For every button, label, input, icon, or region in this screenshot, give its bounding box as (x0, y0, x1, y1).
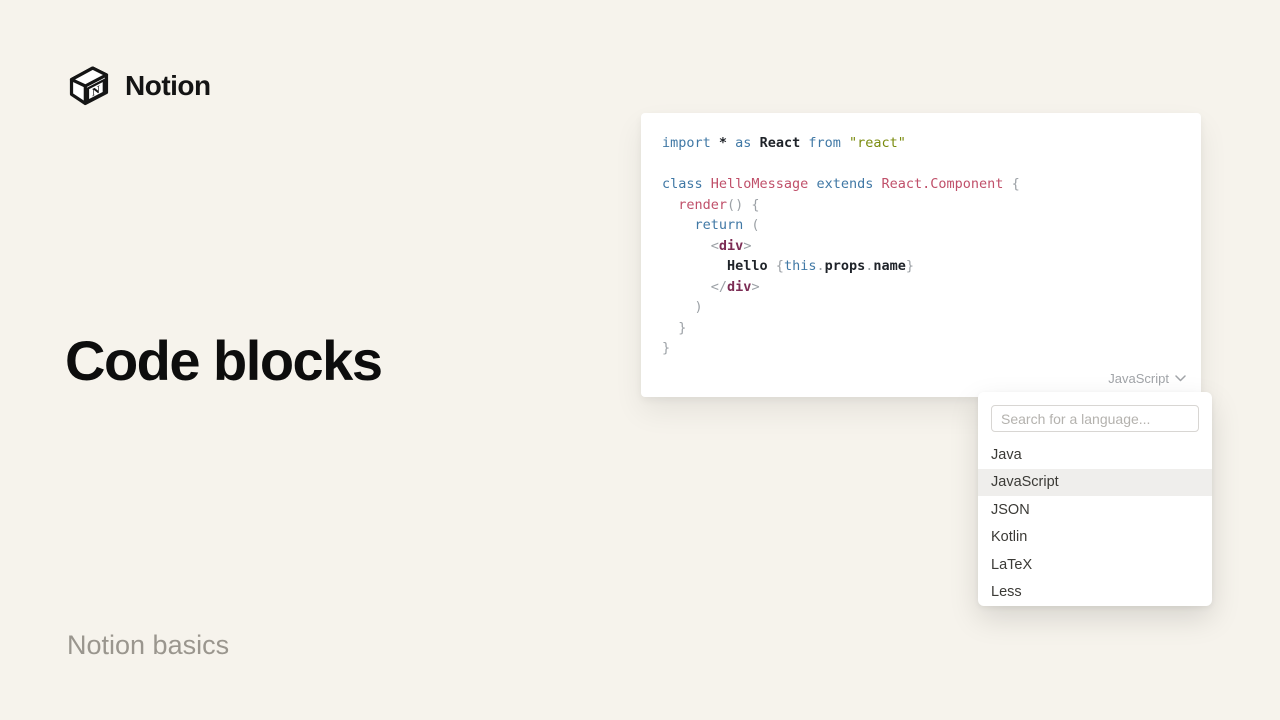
language-option-json[interactable]: JSON (978, 496, 1212, 524)
language-selector-label: JavaScript (1108, 371, 1169, 386)
language-options-list: JavaJavaScriptJSONKotlinLaTeXLess (978, 441, 1212, 606)
chevron-down-icon (1175, 375, 1186, 382)
code-line (662, 154, 1189, 175)
code-line: Hello {this.props.name} (662, 256, 1189, 277)
notion-logo-icon: N (66, 62, 112, 110)
language-selector-button[interactable]: JavaScript (1108, 371, 1186, 386)
code-line: class HelloMessage extends React.Compone… (662, 174, 1189, 195)
page-subtitle: Notion basics (67, 630, 229, 661)
code-line: render() { (662, 195, 1189, 216)
language-search-input[interactable] (991, 405, 1199, 432)
language-option-latex[interactable]: LaTeX (978, 551, 1212, 579)
page-title: Code blocks (65, 328, 381, 393)
code-block-card: import * as React from "react" class Hel… (641, 113, 1201, 397)
code-line: </div> (662, 277, 1189, 298)
code-line: <div> (662, 236, 1189, 257)
code-line: } (662, 318, 1189, 339)
brand-name: Notion (125, 70, 211, 102)
language-option-java[interactable]: Java (978, 441, 1212, 469)
code-line: import * as React from "react" (662, 133, 1189, 154)
language-option-javascript[interactable]: JavaScript (978, 469, 1212, 497)
code-line: ) (662, 297, 1189, 318)
language-option-kotlin[interactable]: Kotlin (978, 524, 1212, 552)
language-dropdown: JavaJavaScriptJSONKotlinLaTeXLess (978, 392, 1212, 606)
code-line: } (662, 338, 1189, 359)
code-content[interactable]: import * as React from "react" class Hel… (662, 133, 1189, 359)
notion-logo: N Notion (66, 62, 211, 110)
code-line: return ( (662, 215, 1189, 236)
search-wrap (978, 405, 1212, 441)
language-option-less[interactable]: Less (978, 579, 1212, 607)
